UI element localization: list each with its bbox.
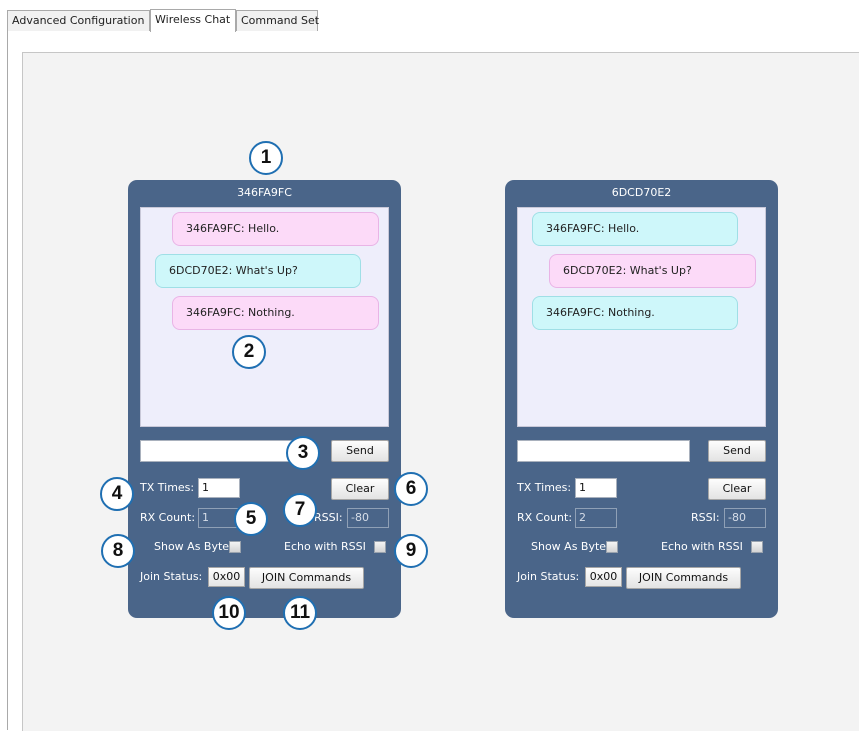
rx-count-label: RX Count: xyxy=(517,511,573,524)
tab-command-set[interactable]: Command Set xyxy=(236,10,319,31)
rx-count-field: 2 xyxy=(575,508,617,528)
send-button[interactable]: Send xyxy=(708,440,766,462)
show-as-bytes-label: Show As Bytes xyxy=(531,540,612,553)
chat-message: 6DCD70E2: What's Up? xyxy=(155,254,361,288)
tx-times-field[interactable]: 1 xyxy=(198,478,240,498)
tab-wireless-chat[interactable]: Wireless Chat xyxy=(150,9,236,32)
rx-count-label: RX Count: xyxy=(140,511,196,524)
chat-canvas: 346FA9FC 346FA9FC: Hello. 6DCD70E2: What… xyxy=(22,52,859,731)
callout-5: 5 xyxy=(234,502,268,536)
callout-2: 2 xyxy=(232,335,266,369)
tx-times-label: TX Times: xyxy=(517,481,572,494)
tx-times-label: TX Times: xyxy=(140,481,195,494)
panel-title: 6DCD70E2 xyxy=(611,186,672,199)
callout-8: 8 xyxy=(101,534,135,568)
chat-history: 346FA9FC: Hello. 6DCD70E2: What's Up? 34… xyxy=(517,207,766,427)
chat-message: 346FA9FC: Hello. xyxy=(532,212,738,246)
chat-panel-left: 346FA9FC 346FA9FC: Hello. 6DCD70E2: What… xyxy=(128,180,401,618)
callout-10: 10 xyxy=(212,596,246,630)
join-status-value: 0x00 xyxy=(585,567,622,587)
chat-panel-right: 6DCD70E2 346FA9FC: Hello. 6DCD70E2: What… xyxy=(505,180,778,618)
callout-1: 1 xyxy=(249,141,283,175)
echo-rssi-label: Echo with RSSI xyxy=(661,540,743,553)
join-commands-button[interactable]: JOIN Commands xyxy=(249,567,364,589)
chat-message: 346FA9FC: Nothing. xyxy=(532,296,738,330)
tx-times-field[interactable]: 1 xyxy=(575,478,617,498)
rssi-label: RSSI: xyxy=(691,511,720,524)
echo-rssi-label: Echo with RSSI xyxy=(284,540,366,553)
rssi-label: RSSI: xyxy=(314,511,343,524)
join-status-value: 0x00 xyxy=(208,567,245,587)
clear-button[interactable]: Clear xyxy=(708,478,766,500)
callout-4: 4 xyxy=(100,477,134,511)
callout-9: 9 xyxy=(394,534,428,568)
join-status-label: Join Status: xyxy=(140,570,203,583)
clear-button[interactable]: Clear xyxy=(331,478,389,500)
show-as-bytes-checkbox[interactable] xyxy=(606,541,618,553)
chat-message: 346FA9FC: Hello. xyxy=(172,212,379,246)
show-as-bytes-checkbox[interactable] xyxy=(229,541,241,553)
show-as-bytes-label: Show As Bytes xyxy=(154,540,235,553)
panel-title: 346FA9FC xyxy=(237,186,292,199)
callout-6: 6 xyxy=(394,472,428,506)
callout-11: 11 xyxy=(283,596,317,630)
join-commands-button[interactable]: JOIN Commands xyxy=(626,567,741,589)
echo-rssi-checkbox[interactable] xyxy=(751,541,763,553)
chat-message: 6DCD70E2: What's Up? xyxy=(549,254,756,288)
join-status-label: Join Status: xyxy=(517,570,580,583)
send-button[interactable]: Send xyxy=(331,440,389,462)
echo-rssi-checkbox[interactable] xyxy=(374,541,386,553)
chat-history: 346FA9FC: Hello. 6DCD70E2: What's Up? 34… xyxy=(140,207,389,427)
callout-3: 3 xyxy=(286,436,320,470)
rssi-field: -80 xyxy=(724,508,766,528)
message-input[interactable] xyxy=(517,440,690,462)
rssi-field: -80 xyxy=(347,508,389,528)
callout-7: 7 xyxy=(283,493,317,527)
tab-advanced-configuration[interactable]: Advanced Configuration xyxy=(7,10,150,31)
chat-message: 346FA9FC: Nothing. xyxy=(172,296,379,330)
